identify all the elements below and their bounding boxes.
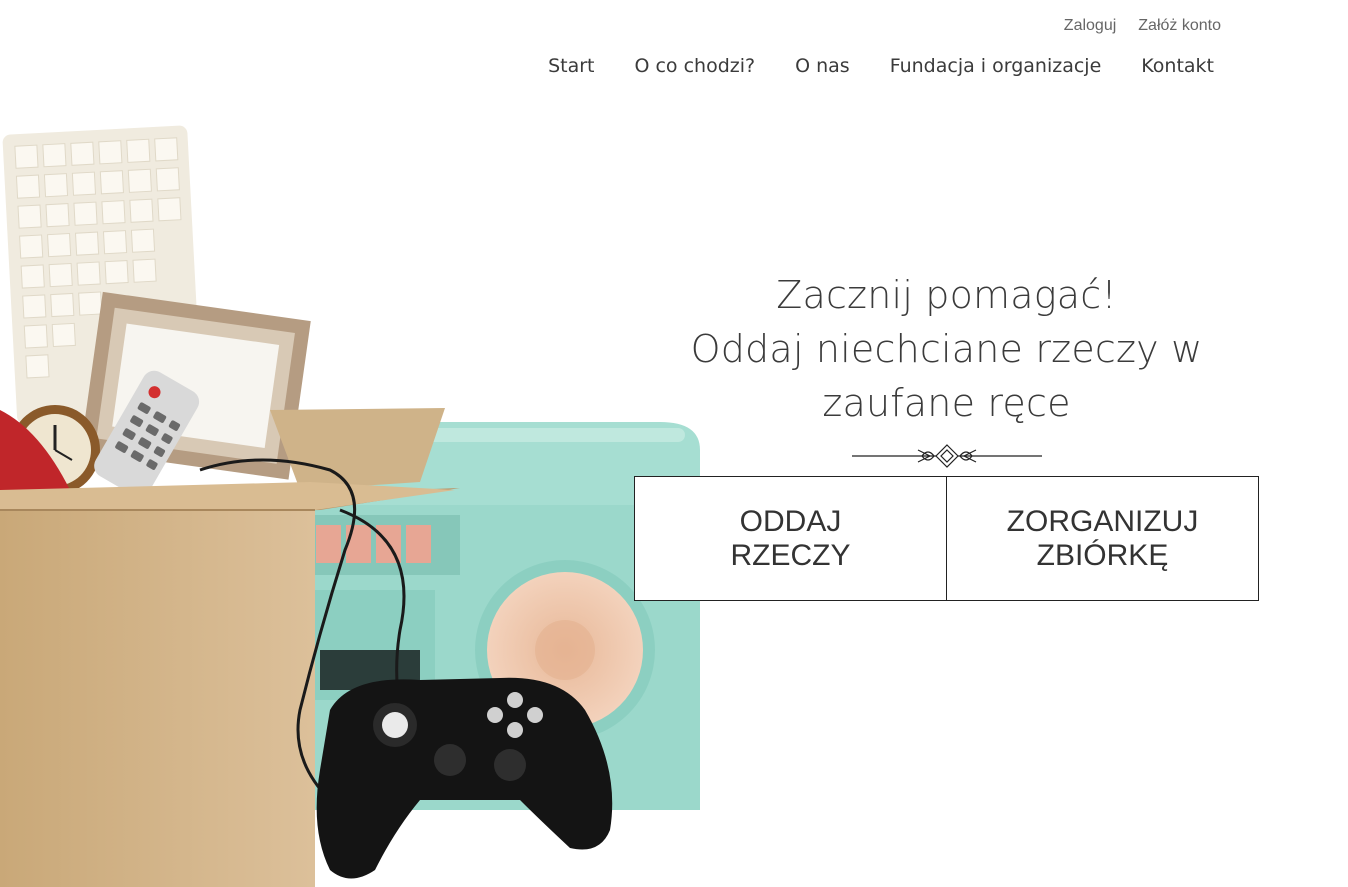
nav-item-start[interactable]: Start xyxy=(528,54,614,78)
hero-heading-block: Zacznij pomagać! Oddaj niechciane rzeczy… xyxy=(634,268,1259,474)
hero-cta-group: ODDAJ RZECZY ZORGANIZUJ ZBIÓRKĘ xyxy=(634,476,1259,601)
ornament-divider-icon xyxy=(851,444,1042,468)
nav-item-foundations[interactable]: Fundacja i organizacje xyxy=(870,54,1122,78)
organize-collection-label: ZORGANIZUJ ZBIÓRKĘ xyxy=(1006,504,1199,572)
register-link[interactable]: Załóż konto xyxy=(1138,17,1221,35)
auth-links: Zaloguj Załóż konto xyxy=(1064,17,1221,35)
nav-item-about-us[interactable]: O nas xyxy=(775,54,870,78)
hero-image xyxy=(0,125,700,887)
give-items-label: ODDAJ RZECZY xyxy=(730,504,851,572)
give-items-button[interactable]: ODDAJ RZECZY xyxy=(634,476,947,601)
hero-title-line-1: Zacznij pomagać! xyxy=(776,273,1117,317)
organize-collection-button[interactable]: ZORGANIZUJ ZBIÓRKĘ xyxy=(947,476,1259,601)
hero-title: Zacznij pomagać! Oddaj niechciane rzeczy… xyxy=(634,268,1259,430)
gamepad-image xyxy=(316,677,613,879)
login-link[interactable]: Zaloguj xyxy=(1064,17,1116,35)
nav-item-about-idea[interactable]: O co chodzi? xyxy=(614,54,775,78)
hero-title-line-2: Oddaj niechciane rzeczy w xyxy=(690,327,1203,371)
main-nav: Start O co chodzi? O nas Fundacja i orga… xyxy=(528,54,1214,78)
nav-item-contact[interactable]: Kontakt xyxy=(1121,54,1214,78)
hero-title-line-3: zaufane ręce xyxy=(822,381,1071,425)
